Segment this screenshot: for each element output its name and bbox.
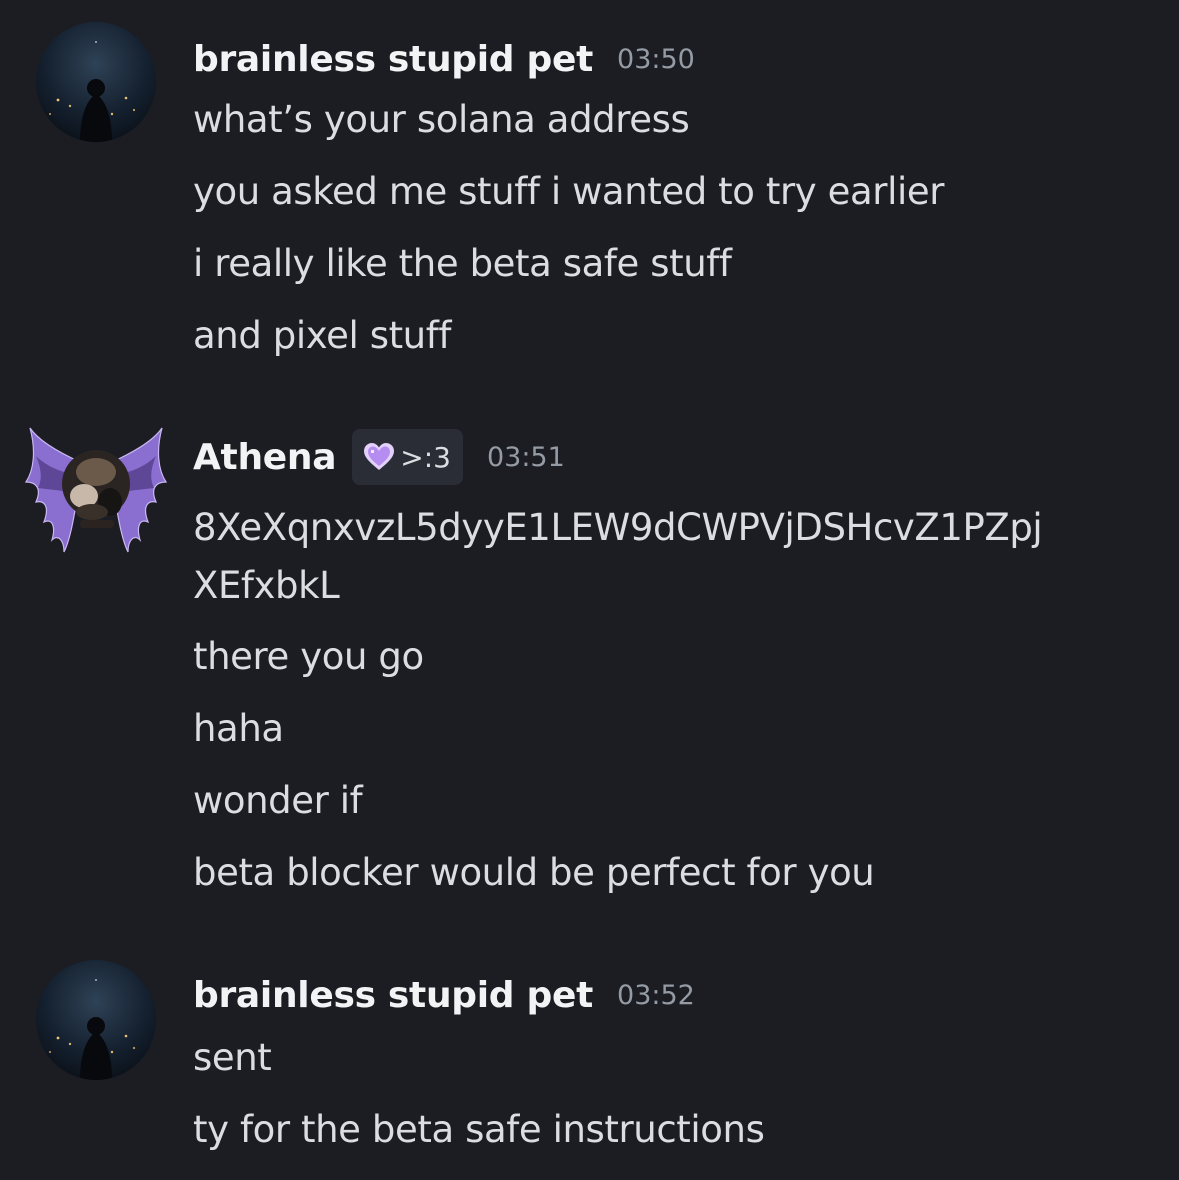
- avatar[interactable]: [36, 22, 156, 142]
- message-header: brainless stupid pet 03:50: [193, 35, 695, 83]
- timestamp: 03:52: [617, 979, 695, 1011]
- timestamp: 03:51: [486, 441, 565, 473]
- message-text: haha: [193, 707, 284, 750]
- message-text: 8XeXqnxvzL5dyyE1LEW9dCWPVjDSHcvZ1PZpj: [193, 506, 1043, 549]
- message-text: wonder if: [193, 779, 363, 822]
- username[interactable]: brainless stupid pet: [193, 975, 593, 1016]
- message-text: and pixel stuff: [193, 314, 451, 357]
- avatar[interactable]: [36, 960, 156, 1080]
- username[interactable]: Athena: [193, 437, 337, 478]
- purple-heart-icon: [364, 443, 395, 470]
- message-text: beta blocker would be perfect for you: [193, 851, 875, 894]
- role-tag[interactable]: >:3: [352, 429, 463, 485]
- role-tag-label: >:3: [400, 440, 451, 474]
- message-text: there you go: [193, 635, 424, 678]
- username[interactable]: brainless stupid pet: [193, 39, 593, 80]
- message-text: you asked me stuff i wanted to try earli…: [193, 170, 945, 213]
- message-text: ty for the beta safe instructions: [193, 1108, 765, 1151]
- message-header: Athena >:3 03:51: [193, 429, 565, 485]
- message-text: sent: [193, 1036, 272, 1079]
- timestamp: 03:50: [617, 43, 695, 75]
- message-text: XEfxbkL: [193, 564, 340, 607]
- message-text: what’s your solana address: [193, 98, 690, 141]
- message-header: brainless stupid pet 03:52: [193, 971, 695, 1019]
- message-text: i really like the beta safe stuff: [193, 242, 732, 285]
- avatar[interactable]: [22, 422, 170, 570]
